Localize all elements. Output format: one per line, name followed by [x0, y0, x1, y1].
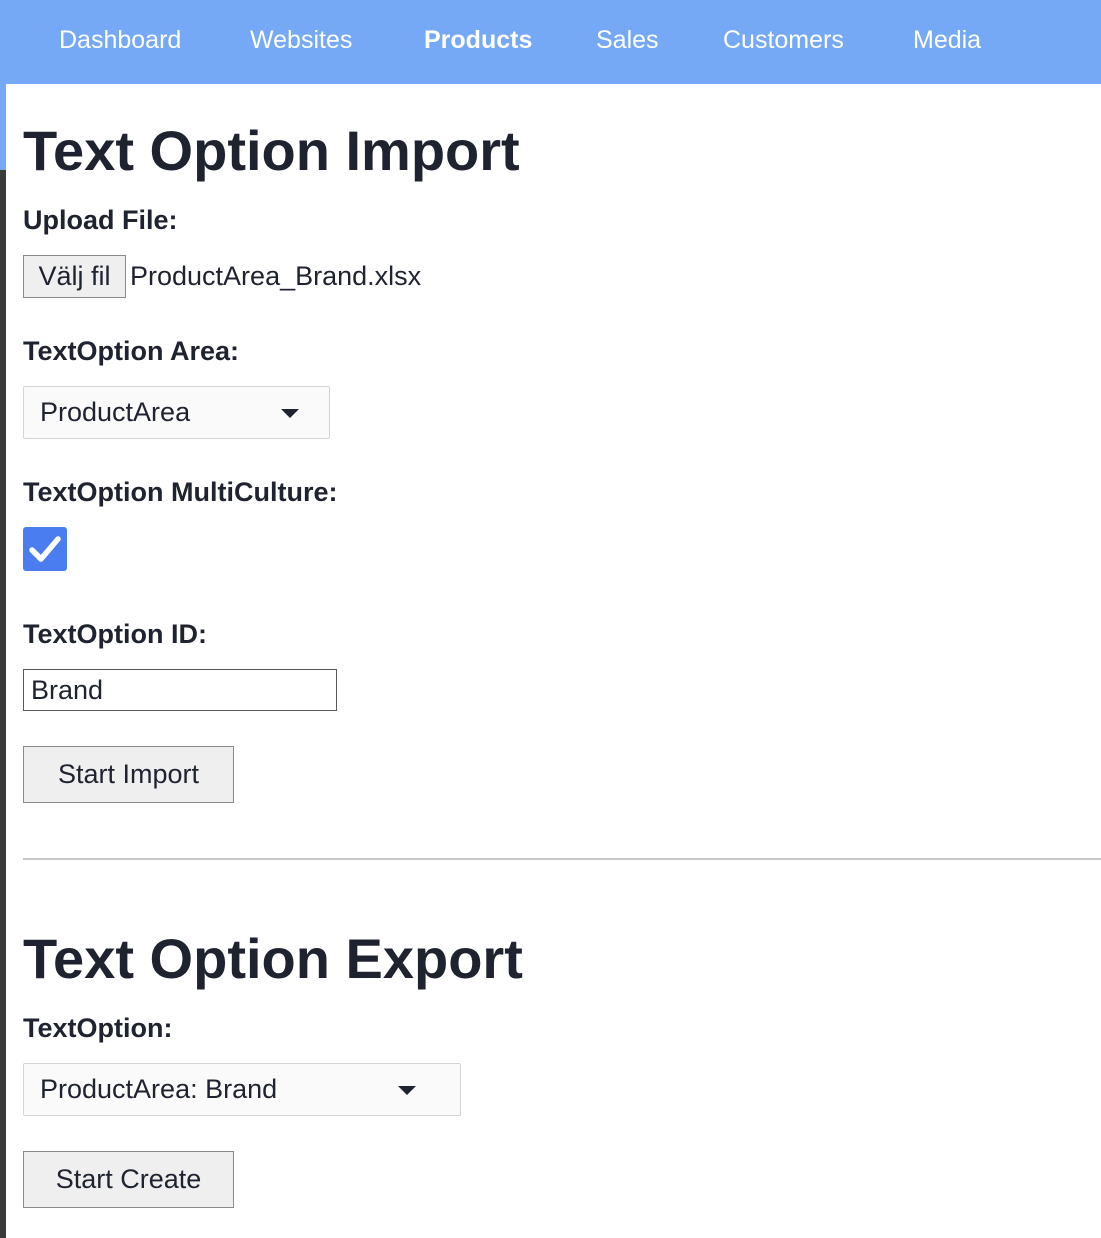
top-navigation: Dashboard Websites Products Sales Custom… — [0, 0, 1101, 84]
textoption-id-input[interactable]: Brand — [23, 669, 337, 711]
nav-item-products[interactable]: Products — [424, 0, 532, 84]
choose-file-button[interactable]: Välj fil — [23, 255, 126, 298]
export-title: Text Option Export — [23, 927, 523, 990]
nav-item-customers[interactable]: Customers — [723, 0, 844, 84]
import-title: Text Option Import — [23, 119, 520, 182]
start-import-button[interactable]: Start Import — [23, 746, 234, 803]
textoption-area-label: TextOption Area: — [23, 336, 240, 366]
textoption-area-value: ProductArea — [40, 397, 191, 427]
chevron-down-icon — [281, 409, 299, 418]
checkmark-icon — [29, 536, 61, 562]
nav-item-media[interactable]: Media — [913, 0, 981, 84]
chevron-down-icon — [398, 1086, 416, 1095]
selected-file-name: ProductArea_Brand.xlsx — [130, 261, 422, 291]
textoption-label: TextOption: — [23, 1013, 173, 1043]
left-accent-bar-top — [0, 84, 6, 170]
textoption-area-select[interactable]: ProductArea — [23, 386, 330, 439]
upload-file-label: Upload File: — [23, 205, 178, 235]
left-accent-bar — [0, 170, 6, 1238]
start-create-button[interactable]: Start Create — [23, 1151, 234, 1208]
textoption-id-label: TextOption ID: — [23, 619, 207, 649]
nav-item-sales[interactable]: Sales — [596, 0, 659, 84]
section-divider — [23, 858, 1101, 860]
textoption-select[interactable]: ProductArea: Brand — [23, 1063, 461, 1116]
multiculture-checkbox[interactable] — [23, 527, 67, 571]
textoption-multiculture-label: TextOption MultiCulture: — [23, 477, 338, 507]
nav-item-dashboard[interactable]: Dashboard — [59, 0, 181, 84]
nav-item-websites[interactable]: Websites — [250, 0, 352, 84]
textoption-value: ProductArea: Brand — [40, 1074, 278, 1104]
